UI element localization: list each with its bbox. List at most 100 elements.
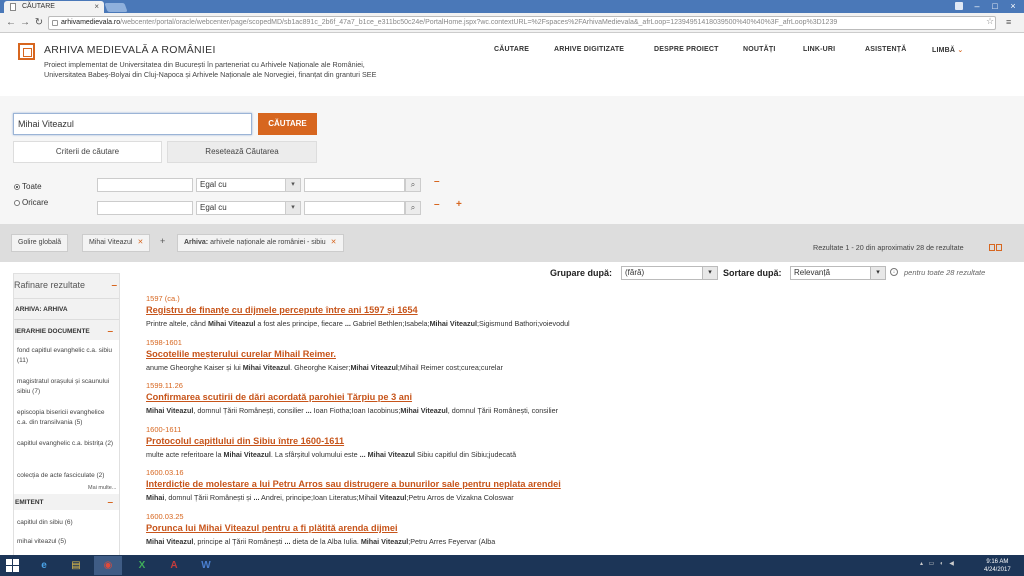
sidebar-item-hierarchy[interactable]: colecția de acte fasciculate (2) bbox=[17, 471, 115, 481]
close-icon[interactable]: ✕ bbox=[137, 239, 143, 246]
criteria-value-2[interactable] bbox=[304, 201, 405, 215]
nav-limba[interactable]: LIMBĂ ⌄ bbox=[932, 46, 963, 54]
system-tray-icons[interactable]: ▴ ▭ ◐ ◀ bbox=[920, 560, 956, 567]
nav-link-uri[interactable]: LINK-URI bbox=[803, 46, 835, 53]
page-info-icon[interactable] bbox=[52, 20, 58, 26]
radio-all-label: Toate bbox=[22, 182, 42, 191]
result-title-link[interactable]: Registru de finanțe cu dijmele percepute… bbox=[146, 305, 418, 315]
clock-date: 4/24/2017 bbox=[984, 567, 1011, 573]
user-profile-icon[interactable] bbox=[952, 0, 966, 13]
site-title[interactable]: ARHIVA MEDIEVALĂ A ROMÂNIEI bbox=[44, 44, 216, 56]
result-snippet: Mihai, domnul Țării Românești și ... And… bbox=[146, 493, 514, 502]
export-icon[interactable] bbox=[996, 244, 1002, 251]
clear-all-button[interactable]: Golire globală bbox=[11, 234, 69, 252]
result-date: 1599.11.26 bbox=[146, 381, 183, 390]
sidebar-item-hierarchy[interactable]: capitlul evanghelic c.a. bistrița (2) bbox=[17, 439, 115, 449]
back-arrow-icon[interactable]: ← bbox=[4, 16, 18, 30]
operator-select-2[interactable]: Egal cu ▾ bbox=[196, 201, 301, 215]
file-explorer-icon[interactable]: ▤ bbox=[62, 556, 90, 575]
rss-icon[interactable] bbox=[989, 244, 995, 251]
search-criteria-button[interactable]: Criterii de căutare bbox=[13, 141, 162, 163]
result-title-link[interactable]: Protocolul capitlului din Sibiu între 16… bbox=[146, 436, 344, 446]
access-icon[interactable]: A bbox=[160, 556, 188, 575]
radio-selected-icon bbox=[14, 184, 20, 190]
operator-select-1[interactable]: Egal cu ▾ bbox=[196, 178, 301, 192]
result-date: 1600.03.25 bbox=[146, 511, 184, 521]
result-count: Rezultate 1 - 20 din aproximativ 28 de r… bbox=[813, 243, 964, 252]
apply-icon[interactable]: ↓ bbox=[890, 268, 898, 276]
nav-arhive-digitizate[interactable]: ARHIVE DIGITIZATE bbox=[554, 46, 624, 53]
sidebar-item-hierarchy[interactable]: episcopia bisericii evanghelice c.a. din… bbox=[17, 408, 115, 428]
sort-by-label: Sortare după: bbox=[723, 268, 782, 278]
archive-heading[interactable]: ARHIVA: ARHIVA bbox=[14, 306, 119, 313]
remove-row-button[interactable]: – bbox=[434, 176, 440, 187]
reset-search-button[interactable]: Resetează Căutarea bbox=[167, 141, 317, 163]
operator-1-value: Egal cu bbox=[200, 180, 227, 189]
issuer-heading-label: EMITENT bbox=[15, 499, 44, 506]
nav-cautare[interactable]: CĂUTARE bbox=[494, 46, 529, 53]
criteria-value-1[interactable] bbox=[304, 178, 405, 192]
reload-icon[interactable]: ↻ bbox=[32, 16, 46, 30]
add-row-button[interactable]: + bbox=[456, 199, 462, 210]
nav-despre-proiect[interactable]: DESPRE PROIECT bbox=[654, 46, 719, 53]
result-title-link[interactable]: Porunca lui Mihai Viteazul pentru a fi p… bbox=[146, 523, 398, 533]
search-button[interactable]: CĂUTARE bbox=[258, 113, 317, 135]
lookup-icon[interactable]: ⌕ bbox=[405, 201, 421, 215]
group-by-label: Grupare după: bbox=[550, 268, 613, 278]
sidebar-item-hierarchy[interactable]: magistratul orașului și scaunului sibiu … bbox=[17, 377, 115, 397]
group-by-select[interactable]: (fără) ▾ bbox=[621, 266, 718, 280]
issuer-heading[interactable]: EMITENT – bbox=[14, 497, 119, 508]
nav-noutati[interactable]: NOUTĂȚI bbox=[743, 46, 776, 53]
word-icon[interactable]: W bbox=[192, 556, 220, 575]
clock[interactable]: 9:16 AM 4/24/2017 bbox=[984, 558, 1011, 574]
minus-icon[interactable]: – bbox=[107, 497, 113, 508]
result-snippet: Printre altele, când Mihai Viteazul a fo… bbox=[146, 319, 570, 328]
browser-menu-icon[interactable]: ≡ bbox=[1006, 16, 1011, 28]
radio-all[interactable]: Toate bbox=[14, 182, 42, 191]
sidebar-item-hierarchy[interactable]: fond capitlul evanghelic c.a. sibiu (11) bbox=[17, 346, 115, 366]
add-filter-button[interactable]: + bbox=[160, 236, 165, 246]
windows-start-icon[interactable] bbox=[6, 559, 19, 572]
forward-arrow-icon[interactable]: → bbox=[18, 16, 32, 30]
issuer-list bbox=[14, 510, 119, 555]
chrome-icon[interactable]: ◉ bbox=[94, 556, 122, 575]
result-title-link[interactable]: Confirmarea scutirii de dări acordată pa… bbox=[146, 392, 412, 402]
filter-chip-archive-value: arhivele naționale ale româniei - sibiu bbox=[210, 239, 326, 246]
browser-toolbar: ← → ↻ arhivamedievala.ro/webcenter/porta… bbox=[0, 13, 1024, 33]
search-input[interactable] bbox=[13, 113, 252, 135]
close-icon[interactable]: × bbox=[94, 1, 99, 13]
divider bbox=[14, 298, 119, 299]
close-icon[interactable]: ✕ bbox=[331, 239, 337, 246]
result-title-link[interactable]: Socotelile meșterului curelar Mihail Rei… bbox=[146, 349, 336, 359]
new-tab-button[interactable] bbox=[104, 3, 128, 12]
bookmark-star-icon[interactable]: ☆ bbox=[986, 16, 994, 27]
chevron-down-icon: ▾ bbox=[870, 267, 885, 279]
lookup-icon[interactable]: ⌕ bbox=[405, 178, 421, 192]
show-more-link[interactable]: Mai multe... bbox=[88, 485, 116, 491]
sidebar-item-issuer[interactable]: mihai viteazul (5) bbox=[17, 537, 115, 547]
browser-tab[interactable]: CĂUTARE × bbox=[4, 1, 104, 13]
radio-any[interactable]: Oricare bbox=[14, 198, 48, 207]
address-bar[interactable]: arhivamedievala.ro/webcenter/portal/orac… bbox=[48, 16, 996, 30]
nav-asistenta[interactable]: ASISTENȚĂ bbox=[865, 46, 906, 53]
sort-by-value: Relevanță bbox=[794, 268, 831, 277]
internet-explorer-icon[interactable]: e bbox=[30, 556, 58, 575]
criteria-field-2[interactable] bbox=[97, 201, 193, 215]
sort-by-select[interactable]: Relevanță ▾ bbox=[790, 266, 886, 280]
result-title-link[interactable]: Interdicție de molestare a lui Petru Arr… bbox=[146, 479, 561, 489]
logo-icon[interactable] bbox=[18, 43, 35, 60]
criteria-field-1[interactable] bbox=[97, 178, 193, 192]
minus-icon[interactable]: – bbox=[107, 326, 113, 337]
result-date: 1597 (ca.) bbox=[146, 294, 180, 303]
clock-time: 9:16 AM bbox=[986, 559, 1009, 565]
sidebar-item-issuer[interactable]: capitlul din sibiu (6) bbox=[17, 518, 115, 528]
remove-row-button[interactable]: – bbox=[434, 199, 440, 210]
window-close-icon[interactable]: × bbox=[1002, 0, 1024, 13]
hierarchy-heading-label: IERARHIE DOCUMENTE bbox=[15, 328, 90, 335]
chevron-down-icon: ▾ bbox=[285, 202, 300, 214]
export-icons[interactable] bbox=[989, 243, 1003, 251]
hierarchy-heading[interactable]: IERARHIE DOCUMENTE – bbox=[14, 326, 119, 337]
apply-all-results: pentru toate 28 rezultate bbox=[904, 268, 986, 277]
filter-chip-query: Mihai Viteazul ✕ bbox=[82, 234, 151, 252]
excel-icon[interactable]: X bbox=[128, 556, 156, 575]
